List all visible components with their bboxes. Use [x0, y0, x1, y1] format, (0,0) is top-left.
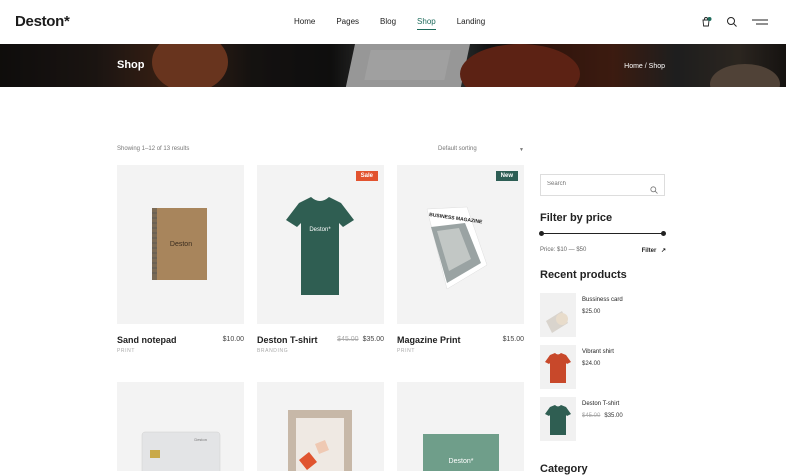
- green-card-brand-text: Deston*: [449, 458, 474, 465]
- product-name[interactable]: Magazine Print: [397, 335, 461, 345]
- product-category[interactable]: PRINT: [397, 348, 415, 354]
- product-card[interactable]: [257, 382, 384, 476]
- card-brand-text: Deston: [194, 437, 207, 442]
- product-image[interactable]: Deston: [117, 165, 244, 324]
- search-icon[interactable]: [726, 15, 738, 27]
- old-price: $45.00: [582, 413, 601, 419]
- breadcrumb[interactable]: Home / Shop: [624, 63, 665, 70]
- product-image[interactable]: BUSINESS MAGAZINE New: [397, 165, 524, 324]
- product-card[interactable]: Deston: [117, 382, 244, 476]
- product-image[interactable]: Deston* Sale: [257, 165, 384, 324]
- page-banner: Shop Home / Shop: [0, 44, 786, 87]
- product-card[interactable]: Deston*: [397, 382, 524, 474]
- recent-product-name[interactable]: Deston T-shirt: [582, 401, 619, 407]
- magazine-image: BUSINESS MAGAZINE: [426, 206, 488, 290]
- price-range-label: Price: $10 — $50: [540, 247, 587, 253]
- product-category[interactable]: PRINT: [117, 348, 135, 354]
- main-nav: Home Pages Blog Shop Landing: [294, 17, 506, 30]
- notepad-brand-text: Deston: [170, 241, 192, 248]
- recent-product[interactable]: Bussiness card $25.00: [540, 293, 665, 337]
- product-price: $15.00: [502, 336, 524, 343]
- product-image[interactable]: [257, 382, 384, 476]
- sorting-select[interactable]: Default sorting ▼: [438, 146, 524, 153]
- search-icon[interactable]: [650, 181, 658, 194]
- product-card[interactable]: Deston* Sale Deston T-shirt $45.00 $35.00…: [257, 165, 384, 354]
- nav-shop[interactable]: Shop: [417, 17, 436, 30]
- result-count: Showing 1–12 of 13 results: [117, 146, 190, 152]
- tshirt-brand-text: Deston*: [309, 227, 331, 233]
- product-name[interactable]: Deston T-shirt: [257, 335, 318, 345]
- new-badge: New: [495, 171, 518, 181]
- green-card-image: Deston*: [423, 434, 499, 474]
- chevron-down-icon: ▼: [519, 147, 524, 153]
- filter-title: Filter by price: [540, 212, 613, 224]
- tshirt-image: Deston*: [286, 197, 354, 295]
- slider-min-handle[interactable]: [539, 231, 544, 236]
- product-name[interactable]: Sand notepad: [117, 335, 177, 345]
- price-slider[interactable]: [539, 231, 666, 236]
- search-input[interactable]: [547, 181, 647, 187]
- product-card[interactable]: BUSINESS MAGAZINE New Magazine Print $15…: [397, 165, 524, 354]
- cart-icon[interactable]: [700, 15, 712, 27]
- header-icons: [700, 15, 768, 27]
- filter-button[interactable]: Filter ↗: [642, 247, 666, 254]
- product-price: $10.00: [222, 336, 244, 343]
- menu-icon[interactable]: [752, 15, 768, 27]
- product-category[interactable]: BRANDING: [257, 348, 288, 354]
- business-card-image: Deston: [141, 431, 221, 476]
- recent-product-price: $24.00: [582, 361, 601, 367]
- recent-products-title: Recent products: [540, 269, 627, 281]
- sorting-label: Default sorting: [438, 146, 477, 152]
- logo[interactable]: Deston*: [15, 13, 70, 30]
- recent-product-thumb[interactable]: [540, 397, 576, 441]
- notepad-image: Deston: [152, 208, 207, 280]
- recent-product-price: $25.00: [582, 309, 601, 315]
- product-card[interactable]: Deston Sand notepad $10.00 PRINT: [117, 165, 244, 354]
- nav-pages[interactable]: Pages: [336, 17, 359, 26]
- old-price: $45.00: [337, 336, 359, 343]
- category-title: Category: [540, 463, 588, 475]
- nav-blog[interactable]: Blog: [380, 17, 396, 26]
- arrow-up-right-icon: ↗: [660, 248, 666, 254]
- recent-product[interactable]: Vibrant shirt $24.00: [540, 345, 665, 389]
- sale-badge: Sale: [355, 171, 378, 181]
- site-header: Deston* Home Pages Blog Shop Landing: [0, 0, 786, 44]
- sidebar-search[interactable]: [540, 174, 665, 196]
- recent-product-price: $45.00 $35.00: [582, 413, 623, 419]
- page-title: Shop: [117, 59, 145, 71]
- recent-product[interactable]: Deston T-shirt $45.00 $35.00: [540, 397, 665, 441]
- nav-landing[interactable]: Landing: [457, 17, 485, 26]
- recent-product-name[interactable]: Vibrant shirt: [582, 349, 614, 355]
- nav-home[interactable]: Home: [294, 17, 315, 26]
- recent-product-thumb[interactable]: [540, 293, 576, 337]
- recent-product-name[interactable]: Bussiness card: [582, 297, 623, 303]
- product-price: $45.00 $35.00: [337, 336, 384, 343]
- product-image[interactable]: Deston*: [397, 382, 524, 474]
- product-image[interactable]: Deston: [117, 382, 244, 476]
- stationery-image: [288, 410, 352, 476]
- recent-product-thumb[interactable]: [540, 345, 576, 389]
- slider-max-handle[interactable]: [661, 231, 666, 236]
